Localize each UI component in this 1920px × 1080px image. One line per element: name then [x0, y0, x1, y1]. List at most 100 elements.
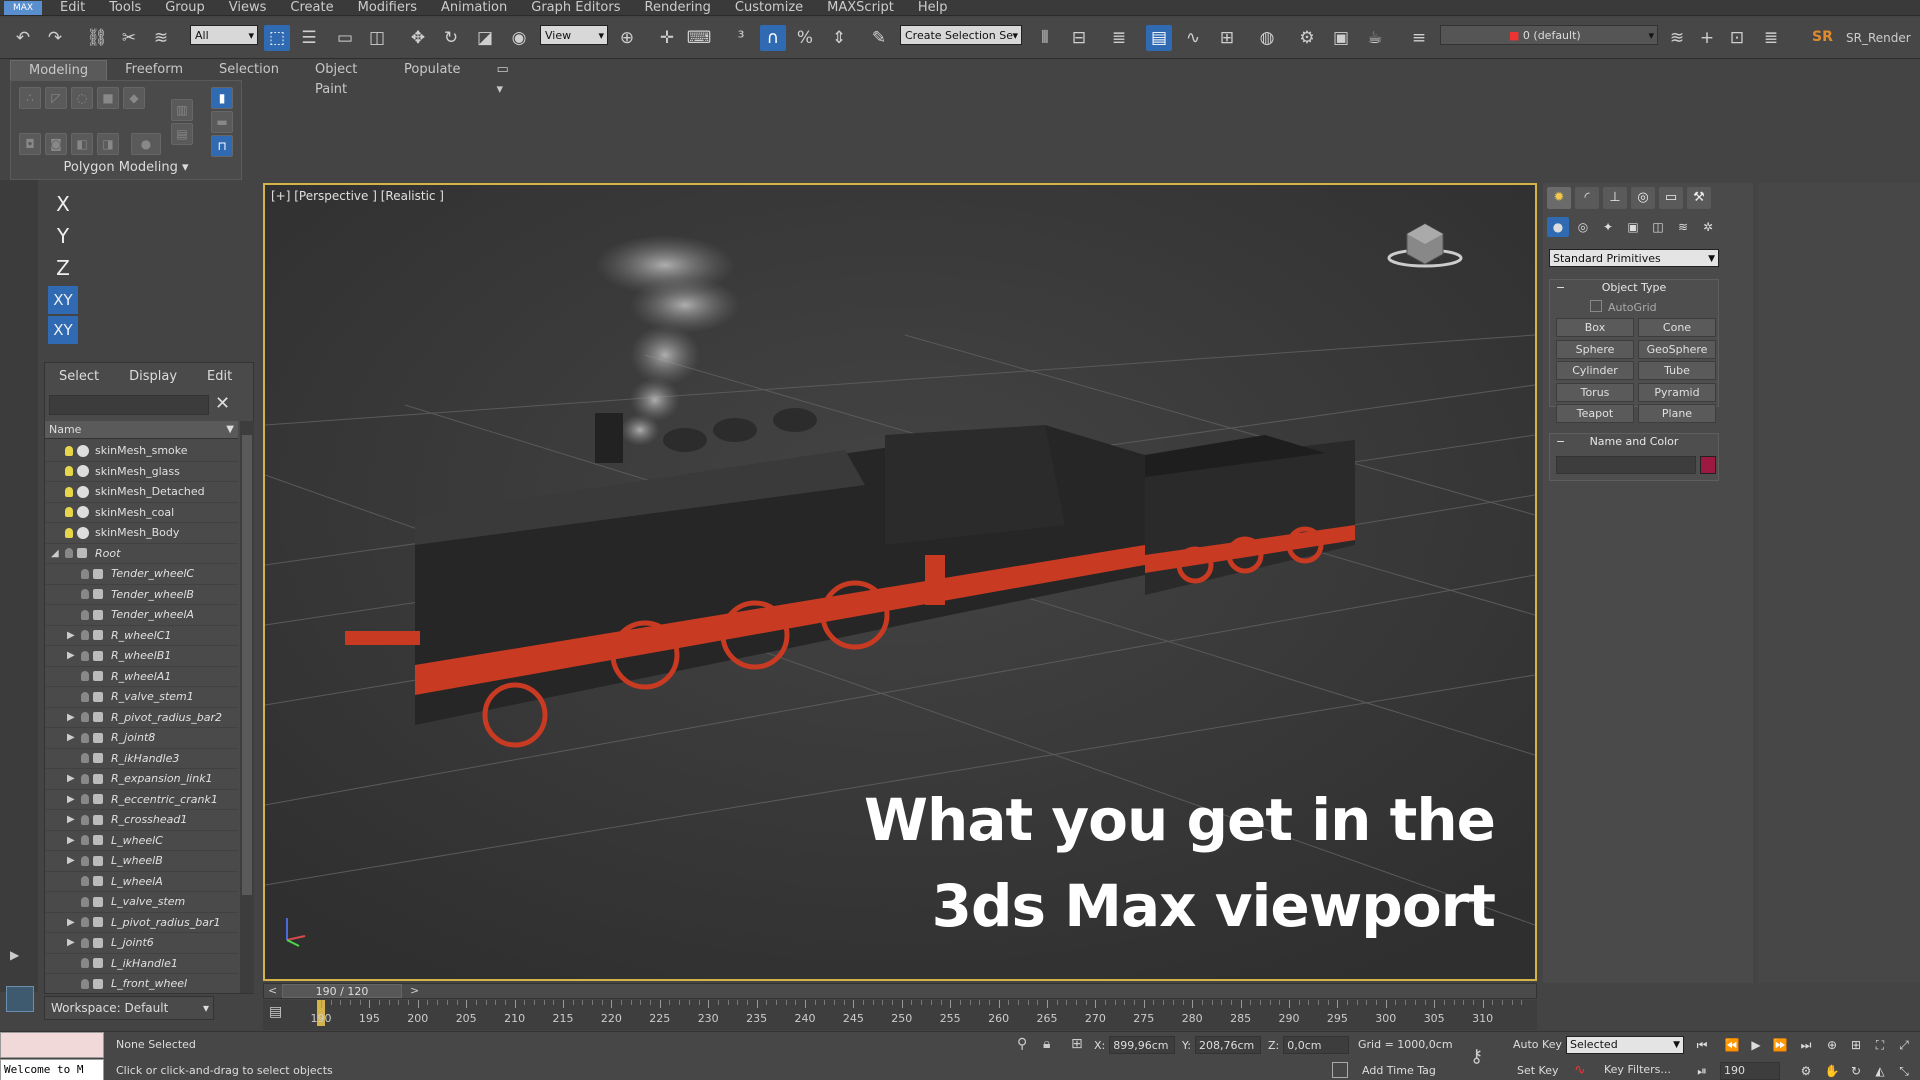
category-dropdown[interactable]: Standard Primitives	[1549, 249, 1719, 268]
cone-button[interactable]: Cone	[1638, 318, 1716, 337]
keyboard-shortcut-override-icon[interactable]: ⌨	[686, 25, 712, 51]
absolute-mode-icon[interactable]: ⊞	[1071, 1036, 1083, 1052]
visibility-bulb-icon[interactable]	[65, 466, 73, 477]
visibility-bulb-icon[interactable]	[81, 650, 89, 661]
preserve-uvs-icon[interactable]: ◘	[19, 133, 41, 155]
menu-rendering[interactable]: Rendering	[633, 0, 723, 16]
quickslice-icon[interactable]: ◧	[71, 133, 93, 155]
explorer-row[interactable]: ▶ R_wheelB1	[45, 646, 238, 667]
use-soft-selection-icon[interactable]: ⊓	[211, 135, 233, 157]
add-to-layer-icon[interactable]: ⊡	[1724, 25, 1750, 51]
geometry-icon[interactable]: ●	[1547, 217, 1569, 237]
orbit-icon[interactable]: ↻	[1846, 1062, 1866, 1080]
create-tab-icon[interactable]: ✹	[1547, 187, 1571, 209]
explorer-row[interactable]: L_ikHandle1	[45, 954, 238, 974]
helpers-icon[interactable]: ◫	[1647, 217, 1669, 237]
explorer-row[interactable]: L_valve_stem	[45, 892, 238, 913]
zoom-all-icon[interactable]: ⊞	[1846, 1036, 1866, 1054]
time-slider-thumb[interactable]: 190 / 120	[282, 984, 402, 998]
undo-icon[interactable]: ↶	[10, 25, 36, 51]
layer-properties-icon[interactable]: ≣	[1758, 25, 1784, 51]
material-editor-icon[interactable]: ◍	[1254, 25, 1280, 51]
systems-icon[interactable]: ✲	[1697, 217, 1719, 237]
repeat-last-icon[interactable]: ◙	[45, 133, 67, 155]
shapes-icon[interactable]: ◎	[1572, 217, 1594, 237]
angle-snap-icon[interactable]: ∩	[760, 25, 786, 51]
expand-right-icon[interactable]: ▶	[67, 630, 77, 641]
tube-button[interactable]: Tube	[1638, 361, 1716, 380]
isolate-selection-icon[interactable]: ⚲	[1017, 1036, 1027, 1052]
redo-icon[interactable]: ↷	[42, 25, 68, 51]
selection-lock-icon[interactable]: 🔒︎	[1043, 1036, 1050, 1052]
time-slider-next[interactable]: >	[410, 984, 419, 997]
teapot-button[interactable]: Teapot	[1556, 404, 1634, 423]
axis-x-button[interactable]: X	[48, 190, 78, 218]
tab-object-paint[interactable]: Object Paint	[297, 60, 386, 97]
selection-filter-dropdown[interactable]: All	[190, 25, 258, 46]
menu-modifiers[interactable]: Modifiers	[346, 0, 429, 16]
key-mode-icon[interactable]: ⏯	[1692, 1062, 1712, 1080]
plane-button[interactable]: Plane	[1638, 404, 1716, 423]
render-production-icon[interactable]: ☕	[1362, 25, 1388, 51]
mini-curve-editor-icon[interactable]: ▤	[269, 1004, 282, 1020]
object-name-field[interactable]	[1556, 456, 1696, 474]
go-to-end-icon[interactable]: ⏭	[1796, 1036, 1816, 1054]
window-crossing-icon[interactable]: ◫	[364, 25, 390, 51]
box-button[interactable]: Box	[1556, 318, 1634, 337]
visibility-bulb-icon[interactable]	[81, 917, 89, 928]
geosphere-button[interactable]: GeoSphere	[1638, 340, 1716, 359]
explorer-row[interactable]: ▶ R_crosshead1	[45, 810, 238, 831]
vertex-icon[interactable]: ∴	[19, 87, 41, 109]
visibility-bulb-icon[interactable]	[81, 691, 89, 702]
visibility-bulb-icon[interactable]	[65, 548, 73, 559]
rectangular-selection-icon[interactable]: ▭	[332, 25, 358, 51]
visibility-bulb-icon[interactable]	[81, 896, 89, 907]
tab-selection[interactable]: Selection	[201, 60, 297, 80]
menu-maxscript[interactable]: MAXScript	[815, 0, 906, 16]
key-filters-button[interactable]: Key Filters...	[1604, 1063, 1671, 1076]
cylinder-button[interactable]: Cylinder	[1556, 361, 1634, 380]
x-value[interactable]: 899,96cm	[1109, 1036, 1176, 1054]
space-warps-icon[interactable]: ≋	[1672, 217, 1694, 237]
explorer-row[interactable]: skinMesh_smoke	[45, 441, 238, 462]
explorer-row[interactable]: R_valve_stem1	[45, 687, 238, 708]
explorer-row[interactable]: skinMesh_Body	[45, 523, 238, 544]
layer-explorer-icon[interactable]: ≣	[1106, 25, 1132, 51]
layer-add-icon[interactable]: ≋	[1664, 25, 1690, 51]
explorer-menu-edit[interactable]: Edit	[193, 369, 248, 384]
unlink-icon[interactable]: ✂	[116, 25, 142, 51]
go-to-start-icon[interactable]: ⏮	[1692, 1036, 1712, 1054]
explorer-column-name[interactable]: Name	[45, 421, 238, 439]
menu-graph-editors[interactable]: Graph Editors	[519, 0, 632, 16]
explorer-row[interactable]: L_front_wheel	[45, 974, 238, 993]
add-time-tag[interactable]: Add Time Tag	[1362, 1064, 1436, 1077]
tab-modeling[interactable]: Modeling	[10, 60, 108, 80]
scale-icon[interactable]: ◪	[472, 25, 498, 51]
motion-tab-icon[interactable]: ◎	[1631, 187, 1655, 209]
zoom-extents-icon[interactable]: ⛶	[1870, 1036, 1890, 1054]
expand-right-icon[interactable]: ▶	[67, 712, 77, 723]
explorer-row[interactable]: ▶ L_joint6	[45, 933, 238, 954]
name-and-color-title[interactable]: Name and Color	[1550, 434, 1718, 450]
element-icon[interactable]: ◆	[123, 87, 145, 109]
placement-icon[interactable]: ◉	[506, 25, 532, 51]
move-icon[interactable]: ✥	[405, 25, 431, 51]
time-config-icon[interactable]: ⚙	[1796, 1062, 1816, 1080]
ribbon-panel-label[interactable]: Polygon Modeling ▾	[10, 160, 242, 175]
bind-space-warp-icon[interactable]: ≋	[148, 25, 174, 51]
menu-views[interactable]: Views	[217, 0, 279, 16]
visibility-bulb-icon[interactable]	[81, 978, 89, 989]
tab-populate[interactable]: Populate	[386, 60, 479, 80]
modify-tab-icon[interactable]: ◜	[1575, 187, 1599, 209]
visibility-bulb-icon[interactable]	[81, 855, 89, 866]
manage-layers-icon[interactable]: ≡	[1406, 25, 1432, 51]
workspace-dropdown[interactable]: Workspace: Default	[44, 996, 214, 1020]
explorer-row[interactable]: ▶ L_pivot_radius_bar1	[45, 913, 238, 933]
edit-named-selection-icon[interactable]: ✎	[866, 25, 892, 51]
explorer-search-input[interactable]	[49, 395, 209, 415]
toggle-command-panel-icon[interactable]: ▥	[171, 99, 193, 121]
visibility-bulb-icon[interactable]	[81, 568, 89, 579]
maximize-viewport-icon[interactable]: ⤢	[1894, 1036, 1914, 1054]
explorer-scrollbar[interactable]	[240, 421, 254, 993]
user-name[interactable]: SR_Render	[1846, 31, 1911, 45]
